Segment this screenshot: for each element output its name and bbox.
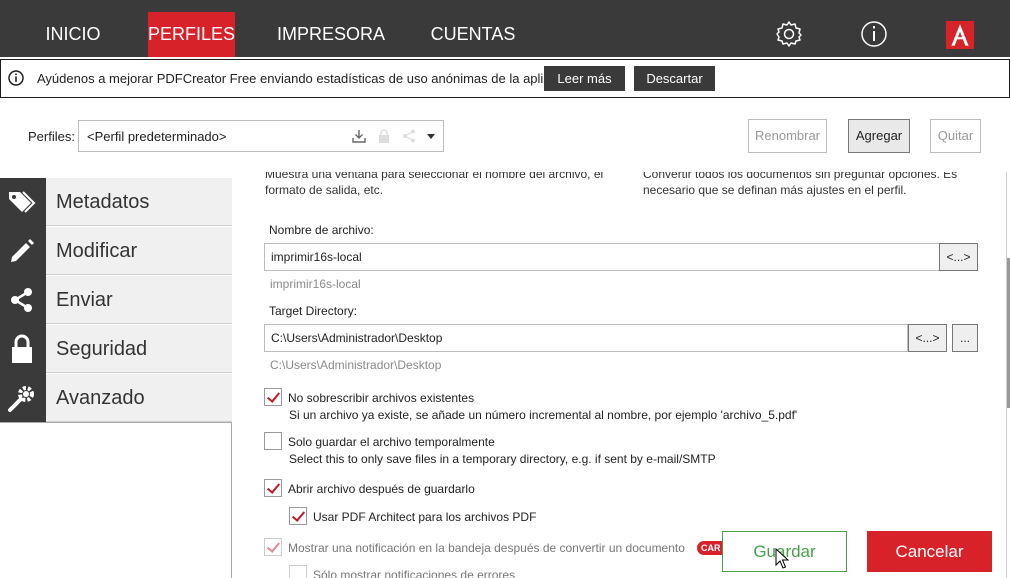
browse-directory-button[interactable]: ...	[952, 324, 978, 352]
sidebar-icon-box	[0, 178, 46, 227]
share-icon	[403, 129, 415, 143]
rename-button[interactable]: Renombrar	[748, 119, 827, 153]
no-overwrite-description: Si un archivo ya existe, se añade un núm…	[289, 408, 798, 422]
telemetry-info-bar: Ayúdenos a mejorar PDFCreator Free envia…	[0, 59, 1010, 98]
filename-label: Nombre de archivo:	[269, 223, 374, 237]
profiles-label: Perfiles:	[28, 129, 75, 144]
top-navigation: INICIO PERFILES IMPRESORA CUENTAS	[0, 0, 1010, 57]
no-overwrite-label: No sobrescribir archivos existentes	[288, 391, 475, 405]
read-more-button[interactable]: Leer más	[544, 66, 625, 91]
sidebar-item-avanzado[interactable]: Avanzado	[0, 374, 232, 423]
mouse-cursor-icon	[775, 548, 789, 569]
sidebar-icon-box	[0, 276, 46, 325]
interactive-mode-description: Muestra una ventana para seleccionar el …	[265, 172, 604, 197]
pdfcreator-logo	[946, 21, 974, 49]
sidebar-icon-box	[0, 374, 46, 423]
filename-input[interactable]: imprimir16s-local	[264, 243, 940, 271]
add-profile-button[interactable]: Agregar	[848, 119, 910, 153]
target-directory-preview: C:\Users\Administrador\Desktop	[270, 358, 442, 372]
tray-notification-checkbox[interactable]	[264, 538, 282, 556]
lock-icon	[12, 334, 32, 363]
download-icon[interactable]	[351, 128, 367, 144]
use-pdf-architect-checkbox[interactable]	[289, 507, 307, 525]
use-pdf-architect-label: Usar PDF Architect para los archivos PDF	[313, 510, 537, 524]
tags-icon	[9, 191, 36, 213]
target-directory-label: Target Directory:	[269, 304, 358, 318]
sidebar-item-enviar[interactable]: Enviar	[0, 276, 232, 325]
remove-profile-button[interactable]: Quitar	[930, 119, 981, 153]
sidebar-item-modificar[interactable]: Modificar	[0, 227, 232, 276]
share-icon	[11, 288, 32, 312]
sidebar-item-label: Modificar	[46, 227, 232, 275]
sidebar-item-seguridad[interactable]: Seguridad	[0, 325, 232, 374]
sidebar-item-label: Enviar	[46, 276, 232, 324]
sidebar-empty-area	[0, 422, 232, 578]
tab-cuentas[interactable]: CUENTAS	[428, 12, 518, 57]
profile-sidebar: Metadatos Modificar Enviar Seguridad Ava…	[0, 172, 232, 423]
infobar-message: Ayúdenos a mejorar PDFCreator Free envia…	[37, 71, 585, 86]
pencil-icon	[11, 239, 34, 262]
profile-settings-panel[interactable]: Muestra una ventana para seleccionar el …	[233, 172, 1010, 578]
gear-icon[interactable]	[775, 20, 803, 48]
temp-save-label: Solo guardar el archivo temporalmente	[288, 435, 495, 449]
tab-perfiles[interactable]: PERFILES	[148, 12, 235, 57]
errors-only-checkbox[interactable]	[289, 565, 307, 578]
tab-impresora[interactable]: IMPRESORA	[277, 12, 385, 57]
sidebar-item-label: Avanzado	[46, 374, 232, 422]
sidebar-item-label: Metadatos	[46, 178, 232, 226]
sidebar-icon-box	[0, 325, 46, 374]
profile-select-value: <Perfil predeterminado>	[87, 129, 227, 144]
info-icon[interactable]	[860, 20, 888, 48]
target-directory-input[interactable]: C:\Users\Administrador\Desktop	[264, 324, 908, 352]
lock-icon	[379, 129, 389, 143]
dismiss-button[interactable]: Descartar	[634, 66, 715, 91]
auto-save-description: Convertir todos los documentos sin pregu…	[643, 172, 958, 197]
tray-notification-label: Mostrar una notificación en la bandeja d…	[288, 541, 685, 555]
sidebar-item-metadatos[interactable]: Metadatos	[0, 178, 232, 227]
sidebar-icon-box	[0, 227, 46, 276]
temp-save-description: Select this to only save files in a temp…	[289, 452, 716, 466]
filename-token-button[interactable]: <...>	[939, 243, 978, 271]
cancel-button[interactable]: Cancelar	[867, 531, 992, 572]
no-overwrite-checkbox[interactable]	[264, 388, 282, 406]
filename-preview: imprimir16s-local	[270, 277, 361, 291]
errors-only-label: Sólo mostrar notificaciones de errores	[313, 568, 516, 578]
tab-inicio[interactable]: INICIO	[34, 12, 112, 57]
profile-select[interactable]: <Perfil predeterminado>	[78, 120, 444, 152]
temp-save-checkbox[interactable]	[264, 432, 282, 450]
sidebar-item-label: Seguridad	[46, 325, 232, 373]
open-after-save-label: Abrir archivo después de guardarlo	[288, 482, 475, 496]
open-after-save-checkbox[interactable]	[264, 479, 282, 497]
wrench-gear-icon	[8, 386, 34, 412]
chevron-down-icon[interactable]	[426, 133, 436, 141]
target-token-button[interactable]: <...>	[908, 324, 947, 352]
info-icon	[8, 70, 24, 86]
